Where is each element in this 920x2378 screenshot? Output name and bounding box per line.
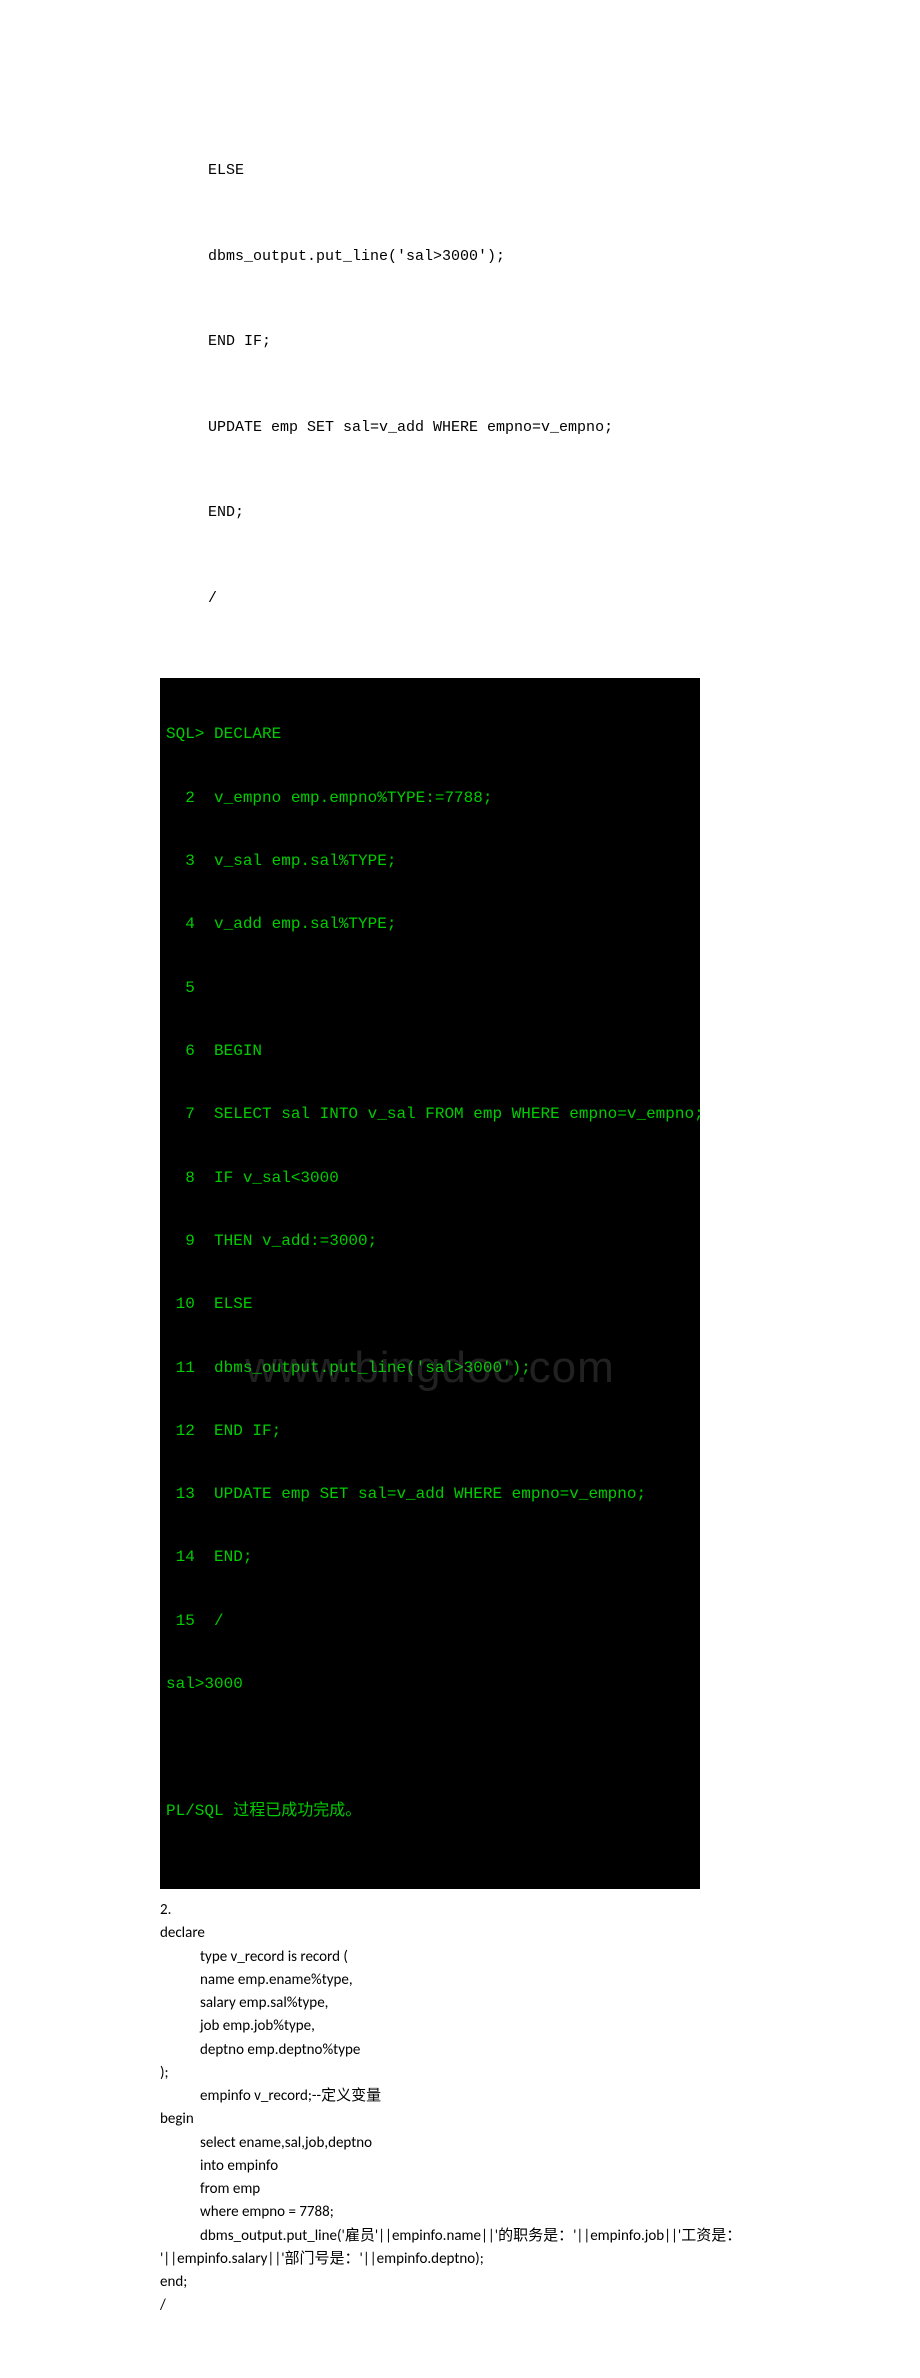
code-line: salary emp.sal%type, xyxy=(160,1992,760,2015)
code-line: END IF; xyxy=(208,328,760,357)
code-line: dbms_output.put_line('sal>3000'); xyxy=(208,243,760,272)
code-line: into empinfo xyxy=(160,2155,760,2178)
code-line: / xyxy=(208,585,760,614)
code-line: / xyxy=(160,2294,760,2317)
code-line: from emp xyxy=(160,2178,760,2201)
terminal-line: 10 ELSE xyxy=(166,1294,694,1315)
terminal-output: SQL> DECLARE 2 v_empno emp.empno%TYPE:=7… xyxy=(160,678,700,1889)
code-line: END; xyxy=(208,499,760,528)
terminal-line: 8 IF v_sal<3000 xyxy=(166,1168,694,1189)
terminal-line: 3 v_sal emp.sal%TYPE; xyxy=(166,851,694,872)
section-number: 2. xyxy=(160,1899,760,1922)
code-line: job emp.job%type, xyxy=(160,2015,760,2038)
terminal-line: 13 UPDATE emp SET sal=v_add WHERE empno=… xyxy=(166,1484,694,1505)
terminal-line: 15 / xyxy=(166,1611,694,1632)
code-line: ); xyxy=(160,2062,760,2085)
code-line: dbms_output.put_line('雇员'||empinfo.name|… xyxy=(160,2225,760,2248)
terminal-line: 4 v_add emp.sal%TYPE; xyxy=(166,914,694,935)
code-line: select ename,sal,job,deptno xyxy=(160,2132,760,2155)
code-line: begin xyxy=(160,2108,760,2131)
code-line: UPDATE emp SET sal=v_add WHERE empno=v_e… xyxy=(208,414,760,443)
code-block-top: ELSE dbms_output.put_line('sal>3000'); E… xyxy=(160,100,760,670)
terminal-line xyxy=(166,1737,694,1758)
code-block-bottom: 2. declare type v_record is record ( nam… xyxy=(160,1899,760,2318)
code-line: end; xyxy=(160,2271,760,2294)
terminal-line: SQL> DECLARE xyxy=(166,724,694,745)
terminal-line: 11 dbms_output.put_line('sal>3000'); xyxy=(166,1358,694,1379)
code-line: empinfo v_record;--定义变量 xyxy=(160,2085,760,2108)
code-line: ELSE xyxy=(208,157,760,186)
terminal-line: 14 END; xyxy=(166,1547,694,1568)
code-line: name emp.ename%type, xyxy=(160,1969,760,1992)
terminal-line: 7 SELECT sal INTO v_sal FROM emp WHERE e… xyxy=(166,1104,694,1125)
terminal-line: 9 THEN v_add:=3000; xyxy=(166,1231,694,1252)
document-page: ELSE dbms_output.put_line('sal>3000'); E… xyxy=(0,0,920,2378)
code-line: deptno emp.deptno%type xyxy=(160,2039,760,2062)
code-line: where empno = 7788; xyxy=(160,2201,760,2224)
terminal-line: 6 BEGIN xyxy=(166,1041,694,1062)
terminal-line: 5 xyxy=(166,978,694,999)
terminal-line: 12 END IF; xyxy=(166,1421,694,1442)
terminal-line: PL/SQL 过程已成功完成。 xyxy=(166,1801,694,1822)
code-line: '||empinfo.salary||'部门号是：'||empinfo.dept… xyxy=(160,2248,760,2271)
terminal-line: 2 v_empno emp.empno%TYPE:=7788; xyxy=(166,788,694,809)
terminal-line: sal>3000 xyxy=(166,1674,694,1695)
code-line: type v_record is record ( xyxy=(160,1946,760,1969)
code-line: declare xyxy=(160,1922,760,1945)
